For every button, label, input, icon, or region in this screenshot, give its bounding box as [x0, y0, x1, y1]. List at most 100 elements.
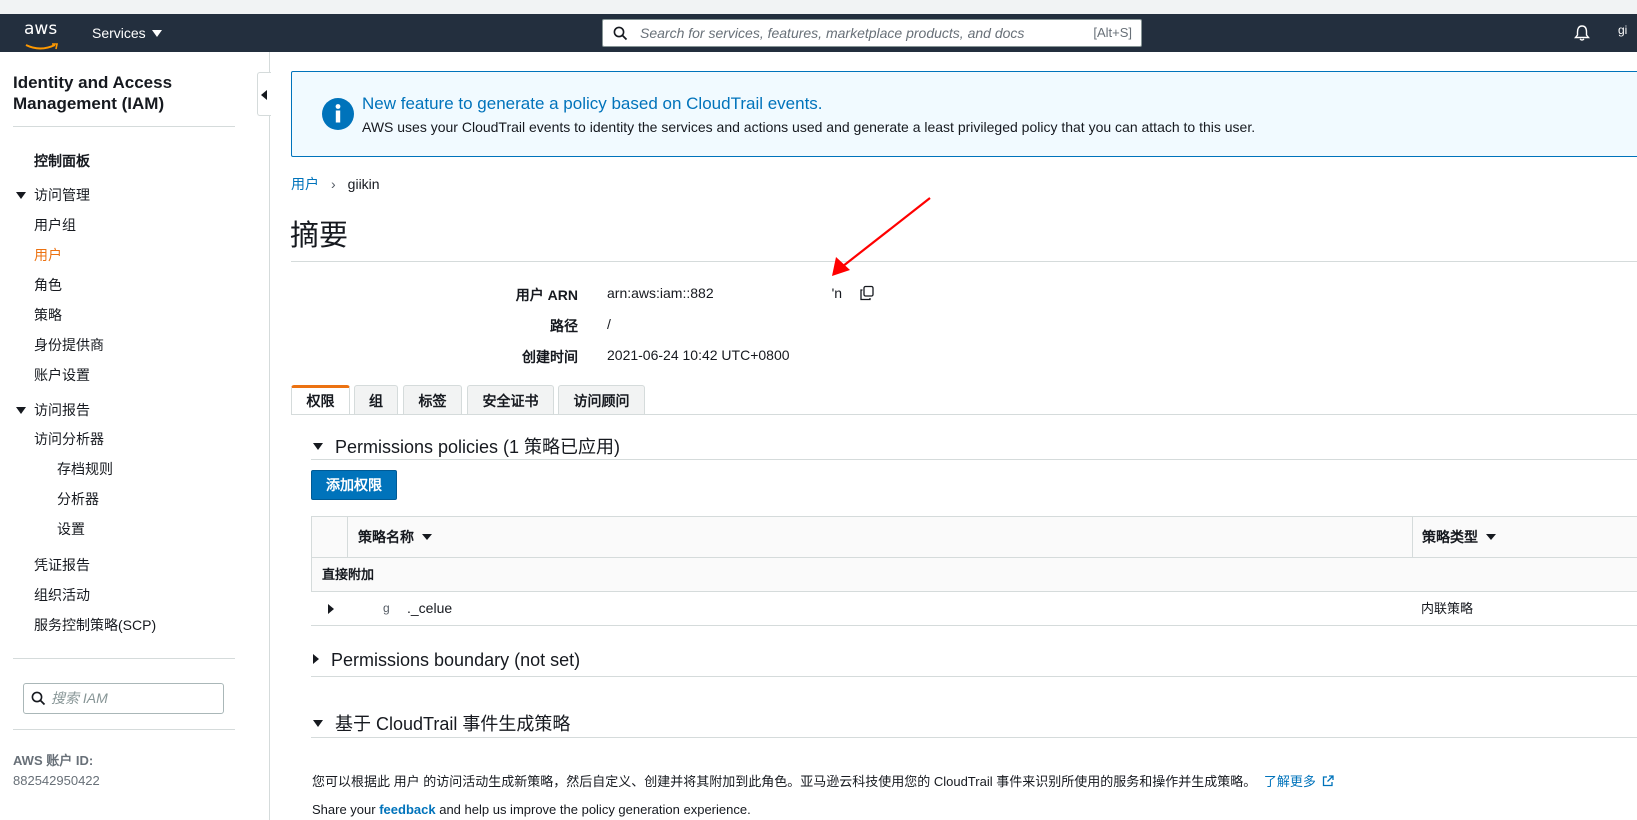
banner-body: AWS uses your CloudTrail events to ident…	[362, 119, 1256, 135]
caret-down-icon	[313, 720, 323, 727]
policy-type: 内联策略	[1421, 601, 1474, 616]
policy-name-prefix: g	[383, 601, 390, 615]
page-title: 摘要	[290, 220, 349, 252]
top-navigation-bar: aws Services Search for services, featur…	[0, 14, 1637, 52]
sidebar-item-dashboard[interactable]: 控制面板	[34, 151, 90, 171]
table-group-row: 直接附加	[311, 558, 1637, 592]
column-header-policy-name[interactable]: 策略名称	[358, 517, 432, 557]
caret-down-icon	[151, 30, 162, 37]
search-placeholder: Search for services, features, marketpla…	[640, 25, 1025, 41]
sidebar-group-access-reports[interactable]: 访问报告	[16, 400, 90, 420]
sidebar-search-placeholder: 搜索 IAM	[51, 690, 108, 706]
external-link-icon	[1323, 775, 1335, 787]
sidebar-item-credential-report[interactable]: 凭证报告	[34, 555, 90, 575]
sidebar-item-user-groups[interactable]: 用户组	[34, 215, 76, 235]
sidebar-group-label: 访问报告	[34, 402, 90, 418]
banner-heading[interactable]: New feature to generate a policy based o…	[362, 94, 823, 114]
sidebar-item-account-settings[interactable]: 账户设置	[34, 365, 90, 385]
sidebar-item-access-analyzer[interactable]: 访问分析器	[34, 429, 104, 449]
sidebar-item-policies[interactable]: 策略	[34, 305, 62, 325]
caret-down-icon	[313, 443, 323, 450]
feedback-link[interactable]: feedback	[379, 802, 435, 817]
permissions-boundary-header[interactable]: Permissions boundary (not set)	[313, 650, 580, 671]
account-menu-button[interactable]: gi	[1618, 23, 1627, 37]
sort-caret-icon	[422, 534, 432, 540]
sidebar-item-identity-providers[interactable]: 身份提供商	[34, 335, 104, 355]
policy-name[interactable]: ._celue	[407, 592, 452, 625]
column-header-label: 策略类型	[1422, 529, 1478, 545]
sidebar-item-users[interactable]: 用户	[34, 245, 62, 265]
arn-value: arn:aws:iam::882 'n	[607, 285, 842, 301]
bell-icon[interactable]	[1574, 24, 1590, 42]
caret-right-icon	[313, 654, 319, 664]
info-icon	[322, 98, 354, 130]
aws-smile-icon	[25, 43, 58, 50]
account-initials: gi	[1618, 23, 1628, 37]
search-shortcut-hint: [Alt+S]	[1093, 25, 1132, 40]
sidebar-search-input[interactable]: 搜索 IAM	[23, 683, 224, 714]
permissions-policies-title: Permissions policies (1 策略已应用)	[335, 437, 621, 457]
sidebar: Identity and Access Management (IAM) 控制面…	[0, 52, 270, 820]
learn-more-link[interactable]: 了解更多	[1264, 774, 1335, 789]
section-divider	[311, 459, 1637, 460]
column-header-label: 策略名称	[358, 529, 414, 545]
sidebar-item-analyzer-settings[interactable]: 设置	[57, 519, 85, 539]
arn-value-end: 'n	[831, 285, 843, 301]
sidebar-divider	[13, 658, 235, 659]
sidebar-item-archive-rules[interactable]: 存档规则	[57, 459, 113, 479]
arn-value-start: arn:aws:iam::882	[607, 285, 714, 301]
column-divider	[347, 517, 348, 557]
tab-access-advisor[interactable]: 访问顾问	[558, 385, 645, 415]
tab-groups[interactable]: 组	[354, 385, 398, 415]
aws-logo-text: aws	[24, 19, 58, 39]
cloudtrail-policy-header[interactable]: 基于 CloudTrail 事件生成策略	[313, 710, 570, 736]
sort-caret-icon	[1486, 534, 1496, 540]
breadcrumb-current: giikin	[347, 176, 380, 192]
expand-row-icon[interactable]	[328, 604, 334, 614]
sidebar-group-label: 访问管理	[34, 187, 90, 203]
account-id-label: AWS 账户 ID:	[13, 753, 94, 768]
chevron-left-icon	[261, 90, 267, 100]
info-banner: New feature to generate a policy based o…	[291, 71, 1637, 157]
cloudtrail-description-text: 您可以根据此 用户 的访问活动生成新策略，然后自定义、创建并将其附加到此角色。亚…	[312, 774, 1257, 789]
tab-permissions[interactable]: 权限	[291, 385, 350, 415]
breadcrumb-users-link[interactable]: 用户	[291, 176, 319, 192]
sidebar-item-roles[interactable]: 角色	[34, 275, 62, 295]
cloudtrail-description: 您可以根据此 用户 的访问活动生成新策略，然后自定义、创建并将其附加到此角色。亚…	[312, 771, 1335, 790]
services-menu-button[interactable]: Services	[92, 14, 162, 52]
copy-icon[interactable]	[859, 285, 875, 301]
account-id-value: 882542950422	[13, 773, 100, 788]
permissions-boundary-title: Permissions boundary (not set)	[331, 650, 581, 670]
add-permissions-button[interactable]: 添加权限	[311, 470, 397, 500]
permissions-policies-header[interactable]: Permissions policies (1 策略已应用)	[313, 433, 620, 459]
global-search-input[interactable]: Search for services, features, marketpla…	[602, 19, 1142, 47]
group-row-label: 直接附加	[322, 567, 375, 582]
chevron-right-icon: ›	[331, 176, 336, 192]
sidebar-divider	[13, 729, 235, 730]
table-row[interactable]: g ._celue 内联策略	[311, 592, 1637, 626]
search-icon	[31, 691, 46, 706]
feedback-line: Share your feedback and help us improve …	[312, 802, 751, 817]
caret-down-icon	[16, 407, 26, 414]
created-label: 创建时间	[522, 349, 578, 365]
sidebar-divider	[13, 126, 235, 127]
aws-logo[interactable]: aws	[24, 19, 60, 50]
sidebar-collapse-button[interactable]	[257, 72, 271, 116]
created-value: 2021-06-24 10:42 UTC+0800	[607, 347, 790, 363]
tab-security-credentials[interactable]: 安全证书	[467, 385, 554, 415]
column-header-policy-type[interactable]: 策略类型	[1422, 517, 1496, 557]
sidebar-title[interactable]: Identity and Access Management (IAM)	[13, 72, 233, 114]
column-divider	[1412, 517, 1413, 557]
title-divider	[291, 261, 1637, 262]
sidebar-item-organization-activity[interactable]: 组织活动	[34, 585, 90, 605]
services-label: Services	[92, 25, 146, 41]
sidebar-item-scp[interactable]: 服务控制策略(SCP)	[34, 615, 156, 635]
sidebar-item-analyzers[interactable]: 分析器	[57, 489, 99, 509]
cloudtrail-policy-title: 基于 CloudTrail 事件生成策略	[335, 714, 571, 734]
sidebar-group-access-management[interactable]: 访问管理	[16, 185, 90, 205]
tab-tags[interactable]: 标签	[403, 385, 462, 415]
caret-down-icon	[16, 192, 26, 199]
learn-more-label: 了解更多	[1263, 774, 1316, 789]
path-label: 路径	[550, 318, 578, 334]
browser-bookmarks-strip	[0, 0, 1637, 14]
